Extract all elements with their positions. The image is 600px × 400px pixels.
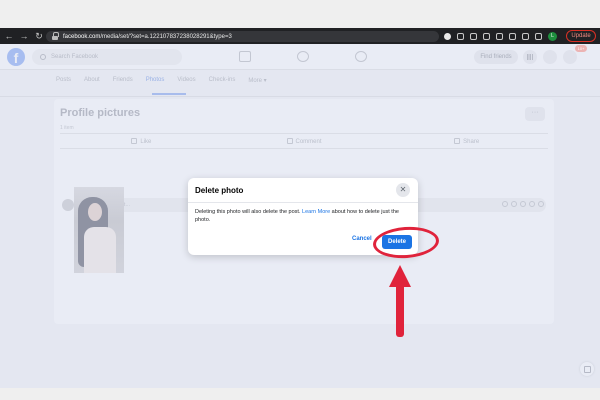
- share-button[interactable]: Share: [385, 134, 548, 148]
- facebook-search-input[interactable]: Search Facebook: [32, 49, 182, 65]
- dialog-message: Deleting this photo will also delete the…: [195, 209, 399, 223]
- reload-icon[interactable]: ↻: [33, 28, 45, 44]
- address-bar[interactable]: facebook.com/media/set/?set=a.1221078372…: [46, 31, 439, 42]
- comment-button[interactable]: Comment: [223, 134, 386, 148]
- bottom-margin: [0, 388, 600, 400]
- comment-tool-icons: [502, 201, 544, 207]
- download-icon[interactable]: [522, 32, 529, 40]
- menu-grid-icon[interactable]: [523, 50, 537, 64]
- new-message-edit-icon[interactable]: [580, 362, 594, 376]
- tab-videos[interactable]: Videos: [177, 77, 195, 84]
- messenger-icon[interactable]: [543, 50, 557, 64]
- gif-icon[interactable]: [529, 201, 535, 207]
- tab-posts[interactable]: Posts: [56, 77, 71, 84]
- screenshot-icon[interactable]: [457, 32, 464, 40]
- facebook-header: f Search Facebook Find friends 10+: [0, 44, 600, 70]
- tab-check-ins[interactable]: Check-ins: [209, 77, 236, 84]
- share-icon[interactable]: [470, 32, 477, 40]
- groups-icon[interactable]: [355, 51, 367, 62]
- like-icon: [131, 138, 138, 144]
- forward-icon[interactable]: →: [18, 28, 30, 44]
- profile-tabs: Posts About Friends Photos Videos Check-…: [56, 77, 280, 84]
- album-title: Profile pictures: [60, 107, 141, 119]
- extensions-icon[interactable]: [496, 32, 503, 40]
- facebook-logo-icon[interactable]: f: [7, 48, 25, 66]
- tab-photos[interactable]: Photos: [146, 77, 165, 84]
- arrow-up-icon: [389, 265, 411, 287]
- post-actions-bar: Like Comment Share: [60, 133, 548, 149]
- tab-more[interactable]: More ▾: [248, 77, 266, 84]
- google-icon[interactable]: [444, 32, 451, 40]
- close-icon[interactable]: ✕: [396, 183, 410, 197]
- search-icon: [40, 54, 46, 60]
- comment-icon: [286, 138, 293, 144]
- dialog-title: Delete photo: [195, 186, 244, 195]
- lock-icon: [52, 31, 59, 40]
- profile-avatar[interactable]: L: [548, 31, 557, 41]
- like-button[interactable]: Like: [60, 134, 223, 148]
- home-icon[interactable]: [239, 51, 251, 62]
- notifications-bell-icon[interactable]: [563, 50, 577, 64]
- profile-photo-thumbnail[interactable]: [74, 187, 124, 273]
- learn-more-link[interactable]: Learn More: [302, 209, 330, 215]
- commenter-avatar: [62, 199, 74, 211]
- active-tab-indicator: [152, 93, 186, 95]
- update-button[interactable]: Update: [566, 30, 596, 42]
- tab-about[interactable]: About: [84, 77, 100, 84]
- search-placeholder: Search Facebook: [51, 54, 99, 60]
- back-icon[interactable]: ←: [3, 28, 15, 44]
- album-item-count: 1 item: [60, 125, 74, 131]
- tab-friends[interactable]: Friends: [113, 77, 133, 84]
- notification-badge: 10+: [575, 45, 587, 52]
- dialog-divider: [188, 202, 418, 203]
- url-text: facebook.com/media/set/?set=a.1221078372…: [63, 33, 232, 40]
- sticker-icon[interactable]: [538, 201, 544, 207]
- find-friends-button[interactable]: Find friends: [474, 50, 518, 64]
- share-icon: [454, 138, 461, 144]
- arrow-shaft: [396, 285, 404, 337]
- friends-icon[interactable]: [297, 51, 309, 62]
- sidepanel-icon[interactable]: [535, 32, 542, 40]
- album-more-button[interactable]: ···: [525, 107, 545, 121]
- top-margin: [0, 0, 600, 28]
- screenshot-frame: ← → ↻ facebook.com/media/set/?set=a.1221…: [0, 0, 600, 400]
- browser-extension-icons: L: [444, 28, 557, 44]
- camera-icon[interactable]: [520, 201, 526, 207]
- tabs-divider: [0, 96, 600, 97]
- emoji-icon[interactable]: [511, 201, 517, 207]
- media-icon[interactable]: [509, 32, 516, 40]
- cancel-button[interactable]: Cancel: [352, 236, 372, 242]
- avatar-sticker-icon[interactable]: [502, 201, 508, 207]
- bookmark-star-icon[interactable]: [483, 32, 490, 40]
